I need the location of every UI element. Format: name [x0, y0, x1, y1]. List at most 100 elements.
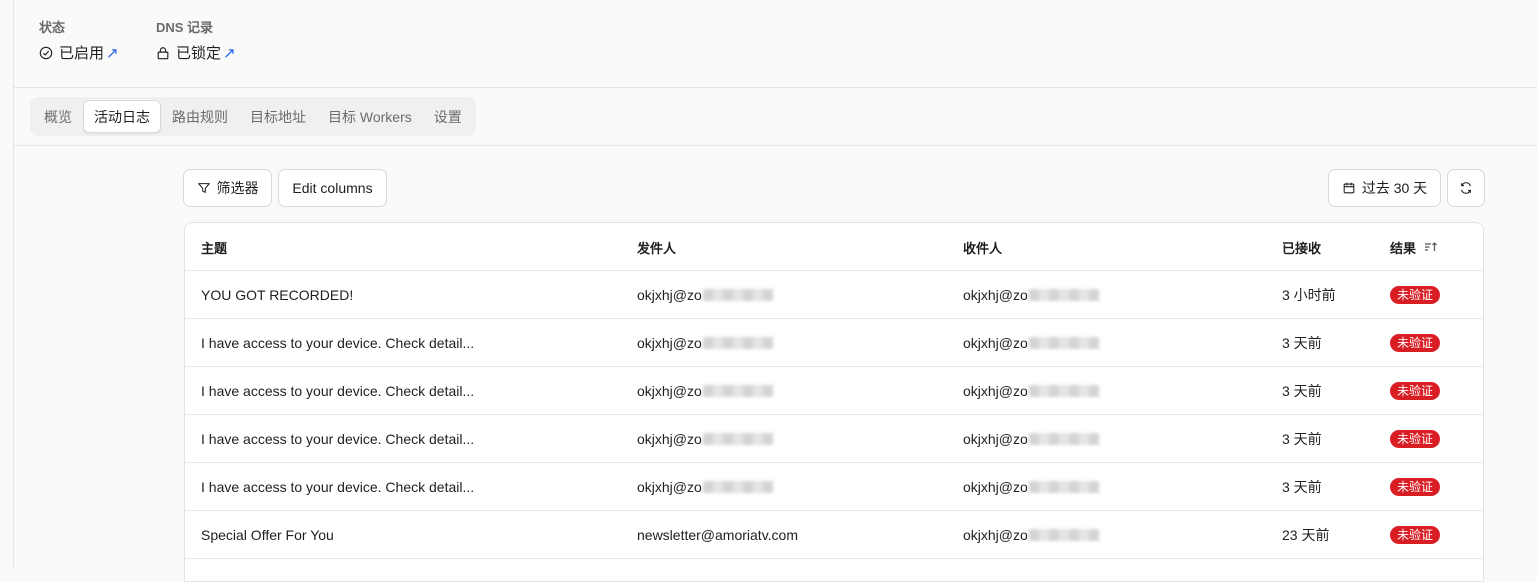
row-to-cell: okjxhj@zo: [963, 463, 1099, 511]
table-row[interactable]: I have access to your device. Check deta…: [185, 319, 1483, 367]
row-subject: I have access to your device. Check deta…: [201, 383, 475, 399]
table-row[interactable]: Special Offer For You newsletter@amoriat…: [185, 511, 1483, 559]
row-to: okjxhj@zo: [963, 335, 1028, 351]
row-received: 3 天前: [1282, 479, 1322, 495]
header-subject[interactable]: 主题: [201, 223, 227, 271]
redacted-block: [702, 289, 773, 301]
row-subject: I have access to your device. Check deta…: [201, 479, 475, 495]
dns-external-link-icon[interactable]: ↗: [223, 44, 236, 62]
redacted-block: [702, 433, 773, 445]
row-from-cell: okjxhj@zo: [637, 415, 773, 463]
row-from: okjxhj@zo: [637, 287, 702, 303]
row-received: 23 天前: [1282, 527, 1330, 543]
row-from: okjxhj@zo: [637, 479, 702, 495]
status-value-row[interactable]: 已启用 ↗: [39, 42, 119, 63]
row-subject: YOU GOT RECORDED!: [201, 287, 354, 303]
redacted-block: [1028, 433, 1099, 445]
row-result-cell: 未验证: [1390, 319, 1441, 367]
row-received: 3 天前: [1282, 383, 1322, 399]
redacted-block: [1028, 385, 1099, 397]
tabs-bar: 概览 活动日志 路由规则 目标地址 目标 Workers 设置: [14, 88, 1537, 146]
row-result-cell: 未验证: [1390, 367, 1441, 415]
table-row[interactable]: [185, 559, 1483, 581]
status-badge: 未验证: [1390, 478, 1441, 496]
row-from-cell: okjxhj@zo: [637, 271, 773, 319]
tab-overview[interactable]: 概览: [33, 100, 83, 133]
row-to: okjxhj@zo: [963, 287, 1028, 303]
row-to: okjxhj@zo: [963, 527, 1028, 543]
status-label: 状态: [39, 20, 66, 35]
row-from: okjxhj@zo: [637, 383, 702, 399]
tab-settings[interactable]: 设置: [423, 100, 473, 133]
status-stat: 状态 已启用 ↗: [39, 17, 119, 63]
refresh-button[interactable]: [1447, 169, 1485, 207]
filter-button[interactable]: 筛选器: [183, 169, 272, 207]
refresh-icon: [1461, 182, 1471, 194]
row-received: 3 小时前: [1282, 287, 1336, 303]
redacted-block: [702, 385, 773, 397]
status-badge: 未验证: [1390, 334, 1441, 352]
date-range-label: 过去 30 天: [1361, 180, 1428, 196]
filter-icon: [197, 183, 210, 193]
row-to: okjxhj@zo: [963, 479, 1028, 495]
row-result-cell: 未验证: [1390, 511, 1441, 559]
row-to-cell: okjxhj@zo: [963, 367, 1099, 415]
tab-list: 概览 活动日志 路由规则 目标地址 目标 Workers 设置: [30, 97, 476, 136]
row-from: okjxhj@zo: [637, 335, 702, 351]
table-header-row: 主题 发件人 收件人 已接收 结果: [185, 223, 1483, 271]
row-from: newsletter@amoriatv.com: [637, 527, 798, 543]
status-external-link-icon[interactable]: ↗: [106, 44, 119, 62]
table-row[interactable]: I have access to your device. Check deta…: [185, 367, 1483, 415]
row-to-cell: okjxhj@zo: [963, 415, 1099, 463]
redacted-block: [1028, 481, 1099, 493]
redacted-block: [1028, 337, 1099, 349]
header-result: 结果: [1390, 240, 1417, 256]
row-received: 3 天前: [1282, 335, 1322, 351]
date-range-button[interactable]: 过去 30 天: [1328, 169, 1441, 207]
dns-value-row[interactable]: 已锁定 ↗: [156, 42, 236, 63]
row-from-cell: okjxhj@zo: [637, 367, 773, 415]
row-to: okjxhj@zo: [963, 431, 1028, 447]
row-to-cell: okjxhj@zo: [963, 271, 1099, 319]
redacted-block: [1028, 529, 1099, 541]
row-received: 3 天前: [1282, 431, 1322, 447]
header-received[interactable]: 已接收: [1282, 223, 1321, 271]
row-to-cell: okjxhj@zo: [963, 511, 1099, 559]
dns-label: DNS 记录: [156, 20, 214, 35]
check-circle-icon: [39, 46, 53, 59]
row-subject: I have access to your device. Check deta…: [201, 431, 475, 447]
edit-columns-label: Edit columns: [292, 180, 373, 196]
row-from-cell: okjxhj@zo: [637, 463, 773, 511]
header-from[interactable]: 发件人: [637, 223, 676, 271]
status-bar: 状态 已启用 ↗ DNS 记录 已锁定 ↗: [14, 0, 1537, 88]
table-row[interactable]: YOU GOT RECORDED! okjxhj@zo okjxhj@zo 3 …: [185, 271, 1483, 319]
row-subject: Special Offer For You: [201, 527, 334, 543]
row-result-cell: 未验证: [1390, 463, 1441, 511]
status-badge: 未验证: [1390, 286, 1441, 304]
row-to-cell: okjxhj@zo: [963, 319, 1099, 367]
edit-columns-button[interactable]: Edit columns: [278, 169, 387, 207]
redacted-block: [702, 337, 773, 349]
row-from-cell: okjxhj@zo: [637, 319, 773, 367]
filter-button-label: 筛选器: [216, 180, 259, 196]
table-row[interactable]: I have access to your device. Check deta…: [185, 463, 1483, 511]
status-badge: 未验证: [1390, 526, 1441, 544]
row-result-cell: 未验证: [1390, 415, 1441, 463]
header-result-cell[interactable]: 结果: [1390, 223, 1438, 271]
row-from-cell: newsletter@amoriatv.com: [637, 511, 798, 559]
tab-destination-workers[interactable]: 目标 Workers: [317, 100, 423, 133]
row-subject: I have access to your device. Check deta…: [201, 335, 475, 351]
calendar-icon: [1343, 182, 1355, 194]
tab-routing-rules[interactable]: 路由规则: [161, 100, 239, 133]
redacted-block: [702, 481, 773, 493]
table-row[interactable]: I have access to your device. Check deta…: [185, 415, 1483, 463]
dns-value: 已锁定: [176, 45, 222, 62]
sort-icon[interactable]: [1424, 241, 1438, 253]
header-to[interactable]: 收件人: [963, 223, 1002, 271]
redacted-block: [1028, 289, 1099, 301]
row-from: okjxhj@zo: [637, 431, 702, 447]
tab-destination-addresses[interactable]: 目标地址: [239, 100, 317, 133]
status-value: 已启用: [59, 45, 105, 62]
row-to: okjxhj@zo: [963, 383, 1028, 399]
tab-activity-log[interactable]: 活动日志: [83, 100, 161, 133]
